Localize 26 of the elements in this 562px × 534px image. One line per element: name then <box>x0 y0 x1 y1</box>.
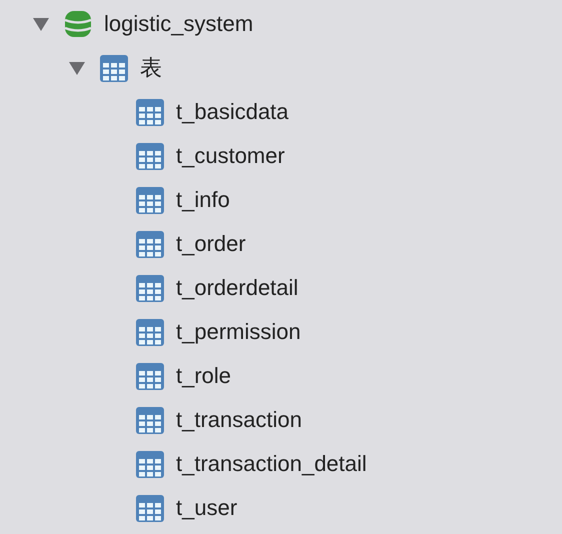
tree-item-label[interactable]: logistic_system <box>104 11 254 37</box>
tree-item-label[interactable]: t_customer <box>176 143 285 169</box>
tree-item-label[interactable]: t_basicdata <box>176 99 289 125</box>
tree-item-label[interactable]: t_user <box>176 495 238 521</box>
table-icon <box>134 360 166 392</box>
table-icon <box>134 316 166 348</box>
database-icon <box>62 8 94 40</box>
table-icon <box>134 140 166 172</box>
table-icon <box>134 228 166 260</box>
tree-item-label[interactable]: 表 <box>140 53 162 83</box>
table-icon <box>134 492 166 524</box>
tree-item-label[interactable]: t_info <box>176 187 230 213</box>
collapse-triangle-icon[interactable] <box>68 59 86 77</box>
tree-item-label[interactable]: t_transaction <box>176 407 302 433</box>
tree-item-label[interactable]: t_permission <box>176 319 301 345</box>
table-icon <box>134 96 166 128</box>
tree-item-label[interactable]: t_orderdetail <box>176 275 298 301</box>
tree-item-label[interactable]: t_transaction_detail <box>176 451 367 477</box>
table-icon <box>134 272 166 304</box>
table-icon <box>134 404 166 436</box>
table-icon <box>98 52 130 84</box>
table-icon <box>134 448 166 480</box>
collapse-triangle-icon[interactable] <box>32 15 50 33</box>
tree-item-label[interactable]: t_role <box>176 363 232 389</box>
table-icon <box>134 184 166 216</box>
tree-item-label[interactable]: t_order <box>176 231 246 257</box>
